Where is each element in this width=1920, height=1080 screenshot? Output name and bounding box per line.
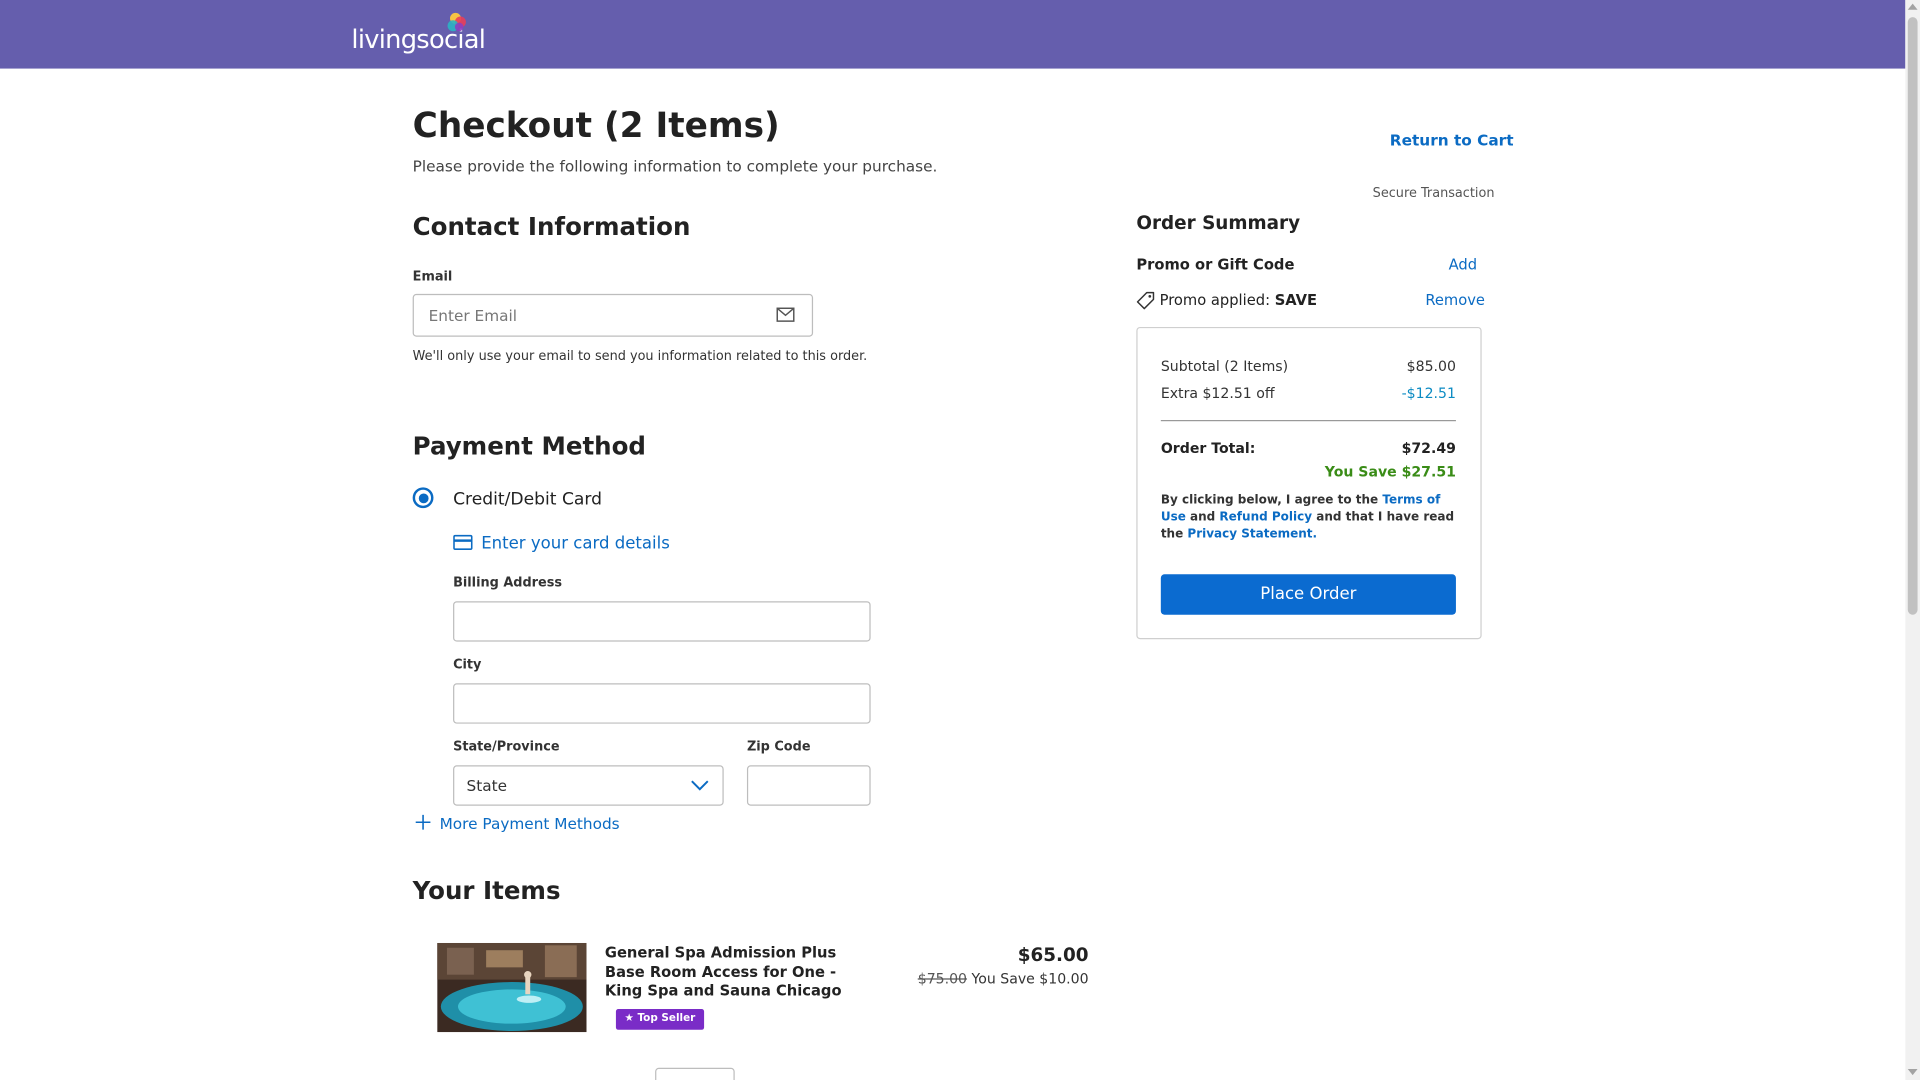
billing-address-input[interactable] — [453, 601, 871, 642]
tag-icon — [1136, 291, 1155, 310]
legal-agreement-text: By clicking below, I agree to the Terms … — [1161, 492, 1456, 543]
discount-label: Extra $12.51 off — [1160, 384, 1275, 402]
chevron-down-icon — [691, 780, 709, 791]
item-price-details: $75.00 You Save $10.00 — [918, 970, 1089, 987]
add-promo-link[interactable]: Add — [1449, 256, 1477, 273]
remove-promo-link[interactable]: Remove — [1425, 291, 1485, 308]
order-summary-heading: Order Summary — [1136, 211, 1301, 234]
order-total-value: $72.49 — [1401, 439, 1456, 457]
you-save-text: You Save $27.51 — [1324, 462, 1456, 481]
page-title: Checkout (2 Items) — [412, 105, 780, 146]
promo-applied-text: Promo applied: SAVE — [1160, 291, 1317, 308]
email-label: Email — [412, 269, 453, 285]
secure-transaction-label: Secure Transaction — [1372, 186, 1495, 201]
enter-card-details-link[interactable]: Enter your card details — [481, 534, 670, 554]
item-thumbnail[interactable] — [437, 942, 587, 1033]
zip-input[interactable] — [746, 765, 871, 806]
livingsocial-logo[interactable]: livingsocial — [351, 10, 486, 59]
state-label: State/Province — [453, 739, 560, 755]
promo-code: SAVE — [1274, 291, 1318, 309]
item-original-price: $75.00 — [917, 969, 968, 987]
contact-heading: Contact Information — [412, 211, 691, 242]
scroll-up-arrow-icon[interactable] — [1907, 3, 1918, 10]
email-helper-text: We'll only use your email to send you in… — [412, 348, 868, 364]
credit-card-label[interactable]: Credit/Debit Card — [453, 490, 602, 510]
place-order-button[interactable]: Place Order — [1160, 574, 1456, 615]
spa-pool-image — [437, 942, 587, 1033]
more-payment-methods-link[interactable]: More Payment Methods — [440, 814, 620, 832]
state-select-value: State — [466, 776, 508, 795]
email-input[interactable] — [412, 293, 814, 337]
scroll-down-arrow-icon[interactable] — [1907, 1068, 1918, 1076]
discount-value: -$12.51 — [1401, 384, 1456, 402]
item-price: $65.00 — [1017, 944, 1089, 967]
promo-code-label: Promo or Gift Code — [1136, 255, 1295, 274]
order-total-label: Order Total: — [1160, 439, 1256, 457]
plus-icon — [415, 814, 431, 830]
subtotal-label: Subtotal (2 Items) — [1160, 357, 1289, 375]
legal-text-2: and — [1185, 510, 1220, 525]
quantity-select[interactable] — [655, 1067, 735, 1080]
privacy-statement-link[interactable]: Privacy Statement — [1187, 528, 1312, 541]
scrollbar-thumb[interactable] — [1907, 17, 1918, 615]
checkout-page: livingsocial Checkout (2 Items) Please p… — [0, 0, 1920, 1080]
refund-policy-link[interactable]: Refund Policy — [1219, 511, 1312, 524]
legal-text-1: By clicking below, I agree to the — [1160, 493, 1383, 507]
envelope-icon — [776, 307, 795, 322]
top-seller-badge: ★ Top Seller — [615, 1008, 704, 1030]
subtotal-value: $85.00 — [1406, 357, 1456, 375]
site-header: livingsocial — [0, 0, 1906, 69]
return-to-cart-link[interactable]: Return to Cart — [1390, 131, 1514, 149]
city-input[interactable] — [453, 683, 871, 724]
zip-label: Zip Code — [746, 739, 811, 755]
page-scrollbar[interactable] — [1905, 0, 1920, 1080]
logo-dots-icon — [447, 12, 466, 32]
state-select[interactable]: State — [453, 765, 724, 806]
item-title[interactable]: General Spa Admission Plus Base Room Acc… — [605, 944, 874, 1001]
page-subtitle: Please provide the following information… — [412, 156, 938, 176]
payment-heading: Payment Method — [412, 431, 646, 461]
item-savings: You Save $10.00 — [971, 969, 1089, 987]
your-items-heading: Your Items — [412, 875, 561, 905]
summary-divider — [1160, 420, 1456, 422]
legal-text-4: . — [1312, 527, 1318, 542]
credit-card-radio[interactable] — [412, 487, 434, 509]
credit-card-icon — [453, 534, 473, 550]
promo-applied-prefix: Promo applied: — [1159, 291, 1275, 309]
city-label: City — [453, 657, 482, 673]
billing-address-label: Billing Address — [453, 575, 563, 591]
